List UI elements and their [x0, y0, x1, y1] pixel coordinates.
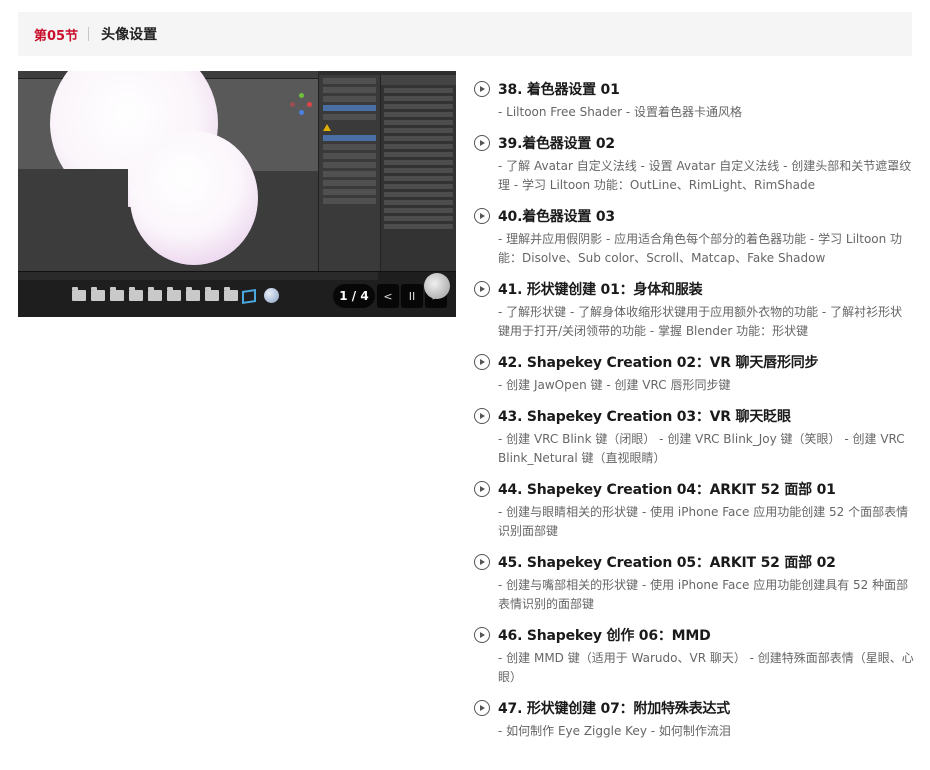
lesson-item[interactable]: 41. 形状键创建 01：身体和服装 - 了解形状键 - 了解身体收缩形状键用于…	[474, 278, 914, 341]
lesson-list: 38. 着色器设置 01 - Liltoon Free Shader - 设置着…	[474, 78, 914, 751]
slide-page-indicator: 1 / 4	[333, 284, 375, 308]
lesson-description: - 了解形状键 - 了解身体收缩形状键用于应用额外衣物的功能 - 了解衬衫形状键…	[498, 305, 903, 338]
lesson-description: - 创建 MMD 键（适用于 Warudo、VR 聊天） - 创建特殊面部表情（…	[498, 651, 914, 684]
lesson-description: - 创建与嘴部相关的形状键 - 使用 iPhone Face 应用功能创建具有 …	[498, 578, 909, 611]
lesson-description: - 了解 Avatar 自定义法线 - 设置 Avatar 自定义法线 - 创建…	[498, 159, 912, 192]
play-circle-icon[interactable]	[474, 208, 490, 224]
sphere-preview-bottom	[130, 131, 258, 265]
folder-icon	[167, 287, 181, 301]
folder-icon	[148, 287, 162, 301]
lesson-description: - 创建 VRC Blink 键（闭眼） - 创建 VRC Blink_Joy …	[498, 432, 905, 465]
lesson-title[interactable]: 44. Shapekey Creation 04：ARKIT 52 面部 01	[498, 479, 836, 499]
lesson-description: - Liltoon Free Shader - 设置着色器卡通风格	[498, 105, 743, 119]
play-circle-icon[interactable]	[474, 81, 490, 97]
folder-icon	[205, 287, 219, 301]
lesson-item[interactable]: 47. 形状键创建 07：附加特殊表达式 - 如何制作 Eye Ziggle K…	[474, 697, 914, 741]
folder-icon	[186, 287, 200, 301]
lesson-item[interactable]: 39.着色器设置 02 - 了解 Avatar 自定义法线 - 设置 Avata…	[474, 132, 914, 195]
properties-panel	[380, 75, 456, 271]
play-circle-icon[interactable]	[474, 408, 490, 424]
section-number: 第05节	[34, 28, 79, 44]
lesson-item[interactable]: 45. Shapekey Creation 05：ARKIT 52 面部 02 …	[474, 551, 914, 614]
folder-icon	[91, 287, 105, 301]
play-circle-icon[interactable]	[474, 481, 490, 497]
lesson-title[interactable]: 42. Shapekey Creation 02：VR 聊天唇形同步	[498, 352, 819, 372]
lesson-item[interactable]: 46. Shapekey 创作 06：MMD - 创建 MMD 键（适用于 Wa…	[474, 624, 914, 687]
warning-icon	[323, 124, 331, 131]
lesson-title[interactable]: 43. Shapekey Creation 03：VR 聊天眨眼	[498, 406, 791, 426]
viewport-split	[18, 169, 128, 209]
lesson-title[interactable]: 38. 着色器设置 01	[498, 79, 620, 99]
section-divider	[88, 27, 90, 41]
pause-button[interactable]: II	[401, 284, 423, 308]
folder-icon	[110, 287, 124, 301]
lesson-description: - 如何制作 Eye Ziggle Key - 如何制作流泪	[498, 724, 731, 738]
folder-icon	[129, 287, 143, 301]
lesson-title[interactable]: 41. 形状键创建 01：身体和服装	[498, 279, 703, 299]
play-circle-icon[interactable]	[474, 554, 490, 570]
video-player[interactable]: 1 / 4 < II >	[18, 71, 456, 317]
section-header: 第05节 头像设置	[18, 12, 912, 56]
folder-icon	[72, 287, 86, 301]
lesson-title[interactable]: 47. 形状键创建 07：附加特殊表达式	[498, 698, 730, 718]
prev-slide-button[interactable]: <	[377, 284, 399, 308]
lesson-title[interactable]: 39.着色器设置 02	[498, 133, 615, 153]
play-circle-icon[interactable]	[474, 627, 490, 643]
lesson-title[interactable]: 46. Shapekey 创作 06：MMD	[498, 625, 711, 645]
lesson-item[interactable]: 40.着色器设置 03 - 理解并应用假阴影 - 应用适合角色每个部分的着色器功…	[474, 205, 914, 268]
lesson-item[interactable]: 43. Shapekey Creation 03：VR 聊天眨眼 - 创建 VR…	[474, 405, 914, 468]
inspector-panel	[318, 75, 380, 271]
lesson-item[interactable]: 38. 着色器设置 01 - Liltoon Free Shader - 设置着…	[474, 78, 914, 122]
lesson-description: - 创建 JawOpen 键 - 创建 VRC 唇形同步键	[498, 378, 731, 392]
lesson-description: - 理解并应用假阴影 - 应用适合角色每个部分的着色器功能 - 学习 Lilto…	[498, 232, 903, 265]
play-circle-icon[interactable]	[474, 281, 490, 297]
lesson-title[interactable]: 40.着色器设置 03	[498, 206, 615, 226]
scroll-knob	[424, 273, 450, 299]
lesson-item[interactable]: 44. Shapekey Creation 04：ARKIT 52 面部 01 …	[474, 478, 914, 541]
lesson-item[interactable]: 42. Shapekey Creation 02：VR 聊天唇形同步 - 创建 …	[474, 351, 914, 395]
lesson-title[interactable]: 45. Shapekey Creation 05：ARKIT 52 面部 02	[498, 552, 836, 572]
section-title: 头像设置	[101, 27, 158, 43]
cube-icon	[242, 289, 256, 304]
folder-icon	[224, 287, 238, 301]
play-circle-icon[interactable]	[474, 354, 490, 370]
axis-gizmo-icon	[290, 93, 312, 115]
play-circle-icon[interactable]	[474, 135, 490, 151]
play-circle-icon[interactable]	[474, 700, 490, 716]
lesson-description: - 创建与眼睛相关的形状键 - 使用 iPhone Face 应用功能创建 52…	[498, 505, 909, 538]
material-ball-icon	[264, 288, 279, 303]
